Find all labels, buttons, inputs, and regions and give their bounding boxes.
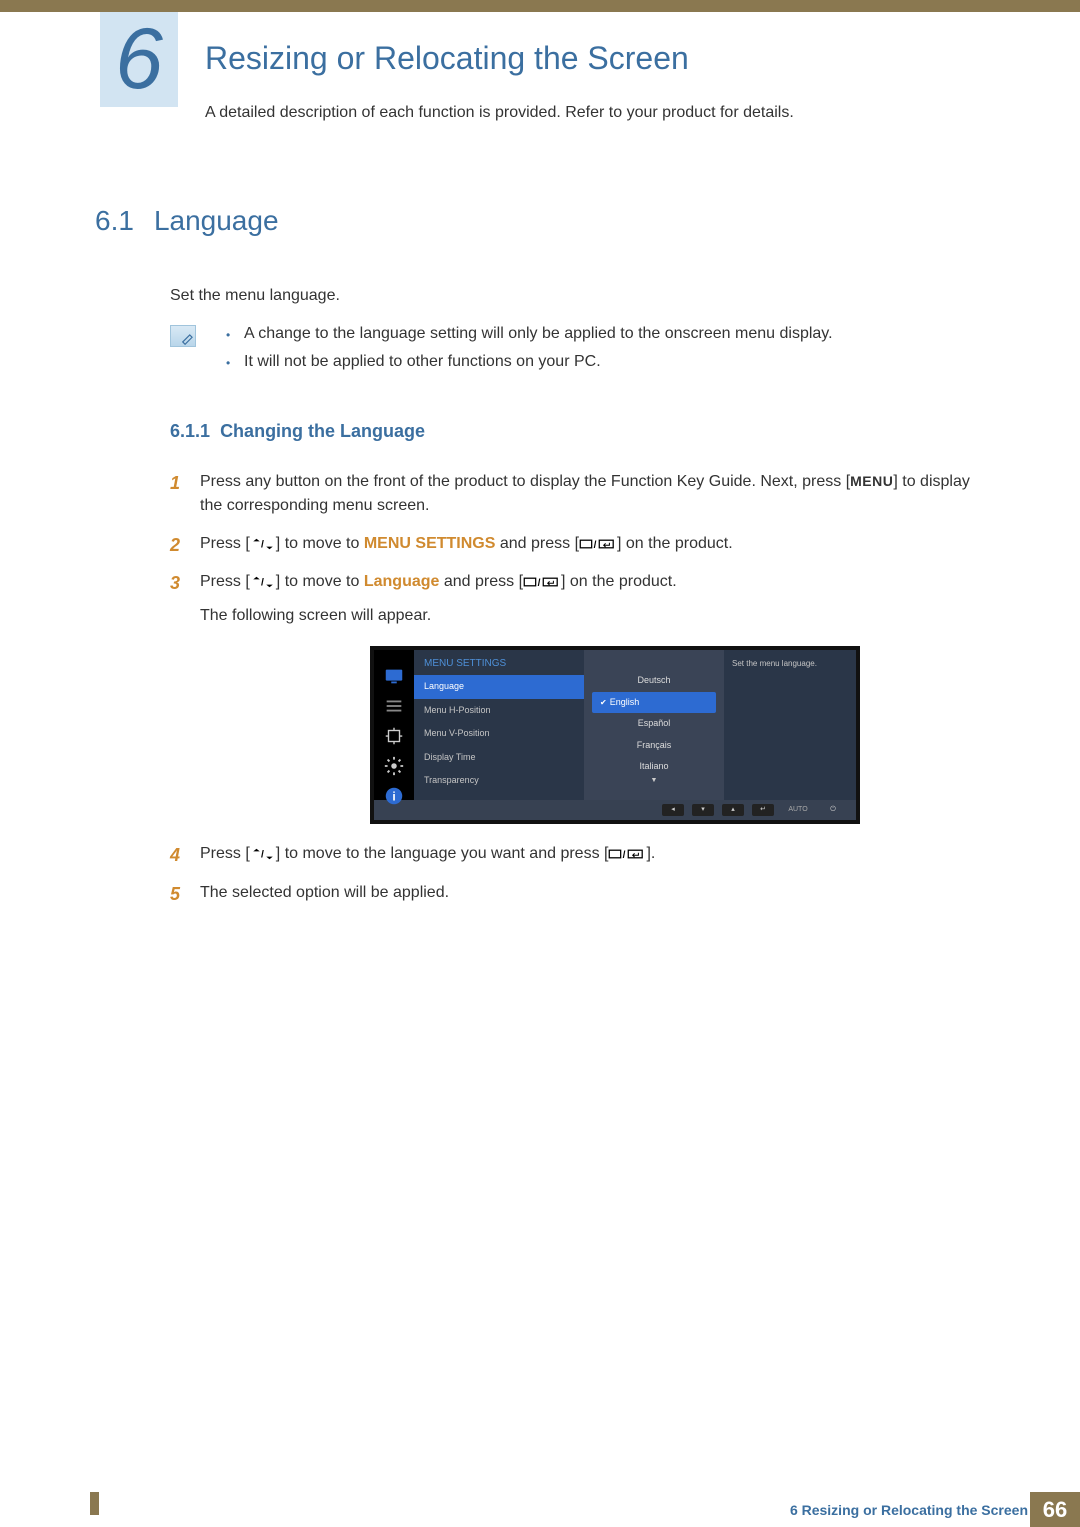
chapter-title: Resizing or Relocating the Screen [205,40,689,77]
osd-left-item-hpos: Menu H-Position [414,699,584,723]
step-3-followup: The following screen will appear. [200,604,990,628]
section-number: 6.1 [95,205,134,236]
note-item-1: A change to the language setting will on… [226,325,833,343]
osd-screenshot: i MENU SETTINGS Language Menu H-Position… [370,646,860,824]
section-intro: Set the menu language. [170,287,990,305]
step-number: 1 [170,470,180,497]
step-3: 3 Press [/] to move to Language and pres… [170,570,990,824]
step-2: 2 Press [/] to move to MENU SETTINGS and… [170,532,990,556]
osd-panel-title: MENU SETTINGS [414,650,584,675]
menu-button-label: MENU [850,473,893,489]
osd-auto-label: AUTO [782,804,814,816]
svg-text:/: / [623,850,626,861]
note-list: A change to the language setting will on… [226,325,833,381]
osd-sidebar: i [374,650,414,800]
footer-page-number: 66 [1030,1492,1080,1527]
osd-back-icon: ◂ [662,804,684,816]
scroll-down-icon: ▼ [584,776,724,787]
list-icon [383,696,405,716]
keyword-language: Language [364,573,440,590]
subsection-title: Changing the Language [220,421,425,441]
keyword-menu-settings: MENU SETTINGS [364,535,496,552]
svg-text:/: / [261,539,264,550]
footer-chapter-ref: 6 Resizing or Relocating the Screen [790,1502,1028,1518]
chapter-description: A detailed description of each function … [205,104,794,122]
note-item-2: It will not be applied to other function… [226,353,833,371]
info-icon: i [383,786,405,806]
rect-enter-icon: / [608,842,646,866]
subsection-number: 6.1.1 [170,421,210,441]
osd-left-item-vpos: Menu V-Position [414,722,584,746]
chapter-tab: 6 [100,12,178,107]
osd-mid-panel: Deutsch English Español Français Italian… [584,650,724,800]
rect-enter-icon: / [523,570,561,594]
step-number: 5 [170,881,180,908]
svg-text:/: / [261,577,264,588]
osd-left-item-transparency: Transparency [414,769,584,793]
step-4: 4 Press [/] to move to the language you … [170,842,990,866]
rect-enter-icon: / [579,532,617,556]
svg-text:/: / [594,540,597,551]
osd-down-icon: ▾ [692,804,714,816]
svg-text:/: / [538,578,541,589]
section-6-1-heading: 6.1 Language [95,205,990,237]
osd-left-item-display-time: Display Time [414,746,584,770]
page-footer: 6 Resizing or Relocating the Screen 66 [90,1492,1080,1527]
up-down-icon: / [250,532,276,556]
step-number: 2 [170,532,180,559]
footer-accent [90,1492,99,1515]
chapter-number: 6 [115,10,163,109]
gear-icon [383,756,405,776]
svg-text:i: i [392,790,395,804]
note-block: A change to the language setting will on… [170,325,990,381]
osd-power-icon: ⏻ [822,804,844,816]
note-pencil-icon [170,325,196,347]
resize-icon [383,726,405,746]
up-down-icon: / [250,570,276,594]
osd-bottom-bar: ◂ ▾ ▴ ↵ AUTO ⏻ [374,800,856,820]
step-number: 3 [170,570,180,597]
osd-up-icon: ▴ [722,804,744,816]
step-1: 1 Press any button on the front of the p… [170,470,990,518]
svg-text:/: / [261,849,264,860]
osd-lang-francais: Français [592,735,716,757]
up-down-icon: / [250,842,276,866]
osd-lang-english: English [592,692,716,714]
section-title: Language [154,205,279,236]
step-number: 4 [170,842,180,869]
osd-left-panel: MENU SETTINGS Language Menu H-Position M… [414,650,584,800]
steps-list: 1 Press any button on the front of the p… [170,470,990,905]
osd-lang-espanol: Español [592,713,716,735]
step-5: 5 The selected option will be applied. [170,881,990,905]
osd-left-item-language: Language [414,675,584,699]
osd-hint-panel: Set the menu language. [724,650,856,800]
monitor-icon [383,666,405,686]
subsection-6-1-1-heading: 6.1.1 Changing the Language [170,421,990,442]
osd-lang-italiano: Italiano [592,756,716,778]
osd-enter-icon: ↵ [752,804,774,816]
osd-lang-deutsch: Deutsch [592,670,716,692]
